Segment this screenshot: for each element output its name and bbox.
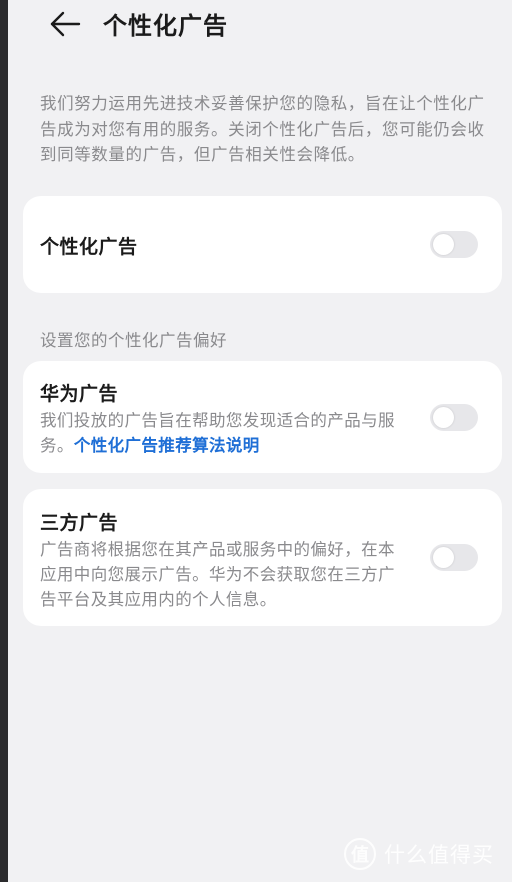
- algorithm-link[interactable]: 个性化广告推荐算法说明: [74, 436, 260, 455]
- personalized-ads-toggle[interactable]: [430, 231, 478, 258]
- third-party-ads-desc: 广告商将根据您在其产品或服务中的偏好，在本应用中向您展示广告。华为不会获取您在三…: [40, 540, 395, 609]
- watermark-text: 什么值得买: [384, 843, 494, 867]
- personalized-ads-label: 个性化广告: [40, 236, 138, 258]
- watermark: 值 什么值得买: [344, 836, 494, 872]
- back-button[interactable]: [46, 4, 86, 44]
- toggle-knob: [433, 407, 454, 428]
- third-party-ads-card: 三方广告 广告商将根据您在其产品或服务中的偏好，在本应用中向您展示广告。华为不会…: [23, 489, 502, 626]
- huawei-ads-title: 华为广告: [40, 383, 119, 405]
- smzdm-logo-icon: 值: [344, 838, 376, 870]
- section-label: 设置您的个性化广告偏好: [40, 331, 227, 350]
- third-party-ads-title: 三方广告: [40, 512, 119, 534]
- intro-text: 我们努力运用先进技术妥善保护您的隐私，旨在让个性化广告成为对您有用的服务。关闭个…: [40, 94, 485, 164]
- header: 个性化广告: [8, 0, 512, 52]
- arrow-left-icon: [50, 11, 81, 37]
- screen: 个性化广告 我们努力运用先进技术妥善保护您的隐私，旨在让个性化广告成为对您有用的…: [8, 0, 512, 882]
- third-party-ads-toggle[interactable]: [430, 544, 478, 571]
- toggle-knob: [433, 234, 454, 255]
- huawei-ads-desc: 我们投放的广告旨在帮助您发现适合的产品与服务。个性化广告推荐算法说明: [40, 408, 400, 458]
- toggle-knob: [433, 547, 454, 568]
- personalized-ads-card: 个性化广告: [23, 196, 502, 293]
- huawei-ads-card: 华为广告 我们投放的广告旨在帮助您发现适合的产品与服务。个性化广告推荐算法说明: [23, 361, 502, 473]
- huawei-ads-toggle[interactable]: [430, 404, 478, 431]
- page-title: 个性化广告: [103, 12, 228, 40]
